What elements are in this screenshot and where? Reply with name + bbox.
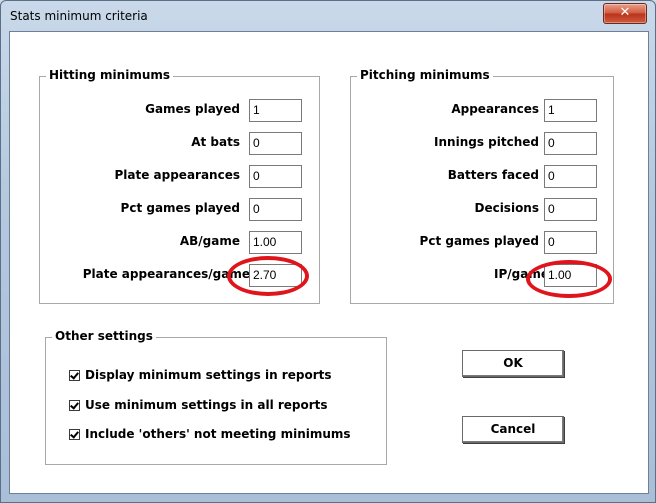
include-others-checkbox[interactable] <box>69 428 80 440</box>
games-played-input[interactable]: 1 <box>249 99 302 122</box>
pitching-pct-games-played-input[interactable]: 0 <box>544 231 597 254</box>
close-button[interactable]: ✕ <box>603 3 647 24</box>
appearances-label: Appearances <box>451 102 539 116</box>
pitching-group-title: Pitching minimums <box>357 68 493 82</box>
pa-per-game-input[interactable]: 2.70 <box>249 264 302 287</box>
at-bats-label: At bats <box>191 135 240 149</box>
pct-games-played-label: Pct games played <box>120 201 240 215</box>
dialog-client-area: Hitting minimums Games played 1 At bats … <box>9 31 649 494</box>
dialog-window: Stats minimum criteria ✕ Hitting minimum… <box>0 0 656 503</box>
innings-pitched-input[interactable]: 0 <box>544 132 597 155</box>
close-icon: ✕ <box>619 5 631 20</box>
plate-appearances-label: Plate appearances <box>114 168 240 182</box>
ab-per-game-input[interactable]: 1.00 <box>249 231 302 254</box>
hitting-group-title: Hitting minimums <box>46 68 174 82</box>
include-others-label: Include 'others' not meeting minimums <box>85 427 351 441</box>
pitching-minimums-group: Pitching minimums Appearances 1 Innings … <box>350 68 614 304</box>
innings-pitched-label: Innings pitched <box>434 135 539 149</box>
display-minimum-label: Display minimum settings in reports <box>85 368 332 382</box>
appearances-input[interactable]: 1 <box>544 99 597 122</box>
ab-per-game-label: AB/game <box>179 234 240 248</box>
games-played-label: Games played <box>145 102 240 116</box>
include-others-option[interactable]: Include 'others' not meeting minimums <box>69 426 351 442</box>
decisions-input[interactable]: 0 <box>544 198 597 221</box>
other-settings-group: Other settings Display minimum settings … <box>45 329 387 465</box>
use-minimum-checkbox[interactable] <box>69 399 80 411</box>
decisions-label: Decisions <box>474 201 539 215</box>
title-bar[interactable]: Stats minimum criteria ✕ <box>1 1 655 31</box>
pa-per-game-label: Plate appearances/game <box>82 267 250 281</box>
display-minimum-option[interactable]: Display minimum settings in reports <box>69 367 332 383</box>
batters-faced-input[interactable]: 0 <box>544 165 597 188</box>
display-minimum-checkbox[interactable] <box>69 369 80 381</box>
pitching-pct-games-played-label: Pct games played <box>419 234 539 248</box>
use-minimum-option[interactable]: Use minimum settings in all reports <box>69 397 328 413</box>
window-title: Stats minimum criteria <box>10 9 148 23</box>
ip-per-game-label: IP/game <box>494 267 549 281</box>
hitting-minimums-group: Hitting minimums Games played 1 At bats … <box>39 68 320 304</box>
cancel-button[interactable]: Cancel <box>462 416 564 443</box>
ip-per-game-input[interactable]: 1.00 <box>544 264 597 287</box>
ok-button[interactable]: OK <box>462 350 564 377</box>
pct-games-played-input[interactable]: 0 <box>249 198 302 221</box>
plate-appearances-input[interactable]: 0 <box>249 165 302 188</box>
at-bats-input[interactable]: 0 <box>249 132 302 155</box>
batters-faced-label: Batters faced <box>447 168 539 182</box>
other-settings-title: Other settings <box>52 329 156 343</box>
use-minimum-label: Use minimum settings in all reports <box>85 398 328 412</box>
